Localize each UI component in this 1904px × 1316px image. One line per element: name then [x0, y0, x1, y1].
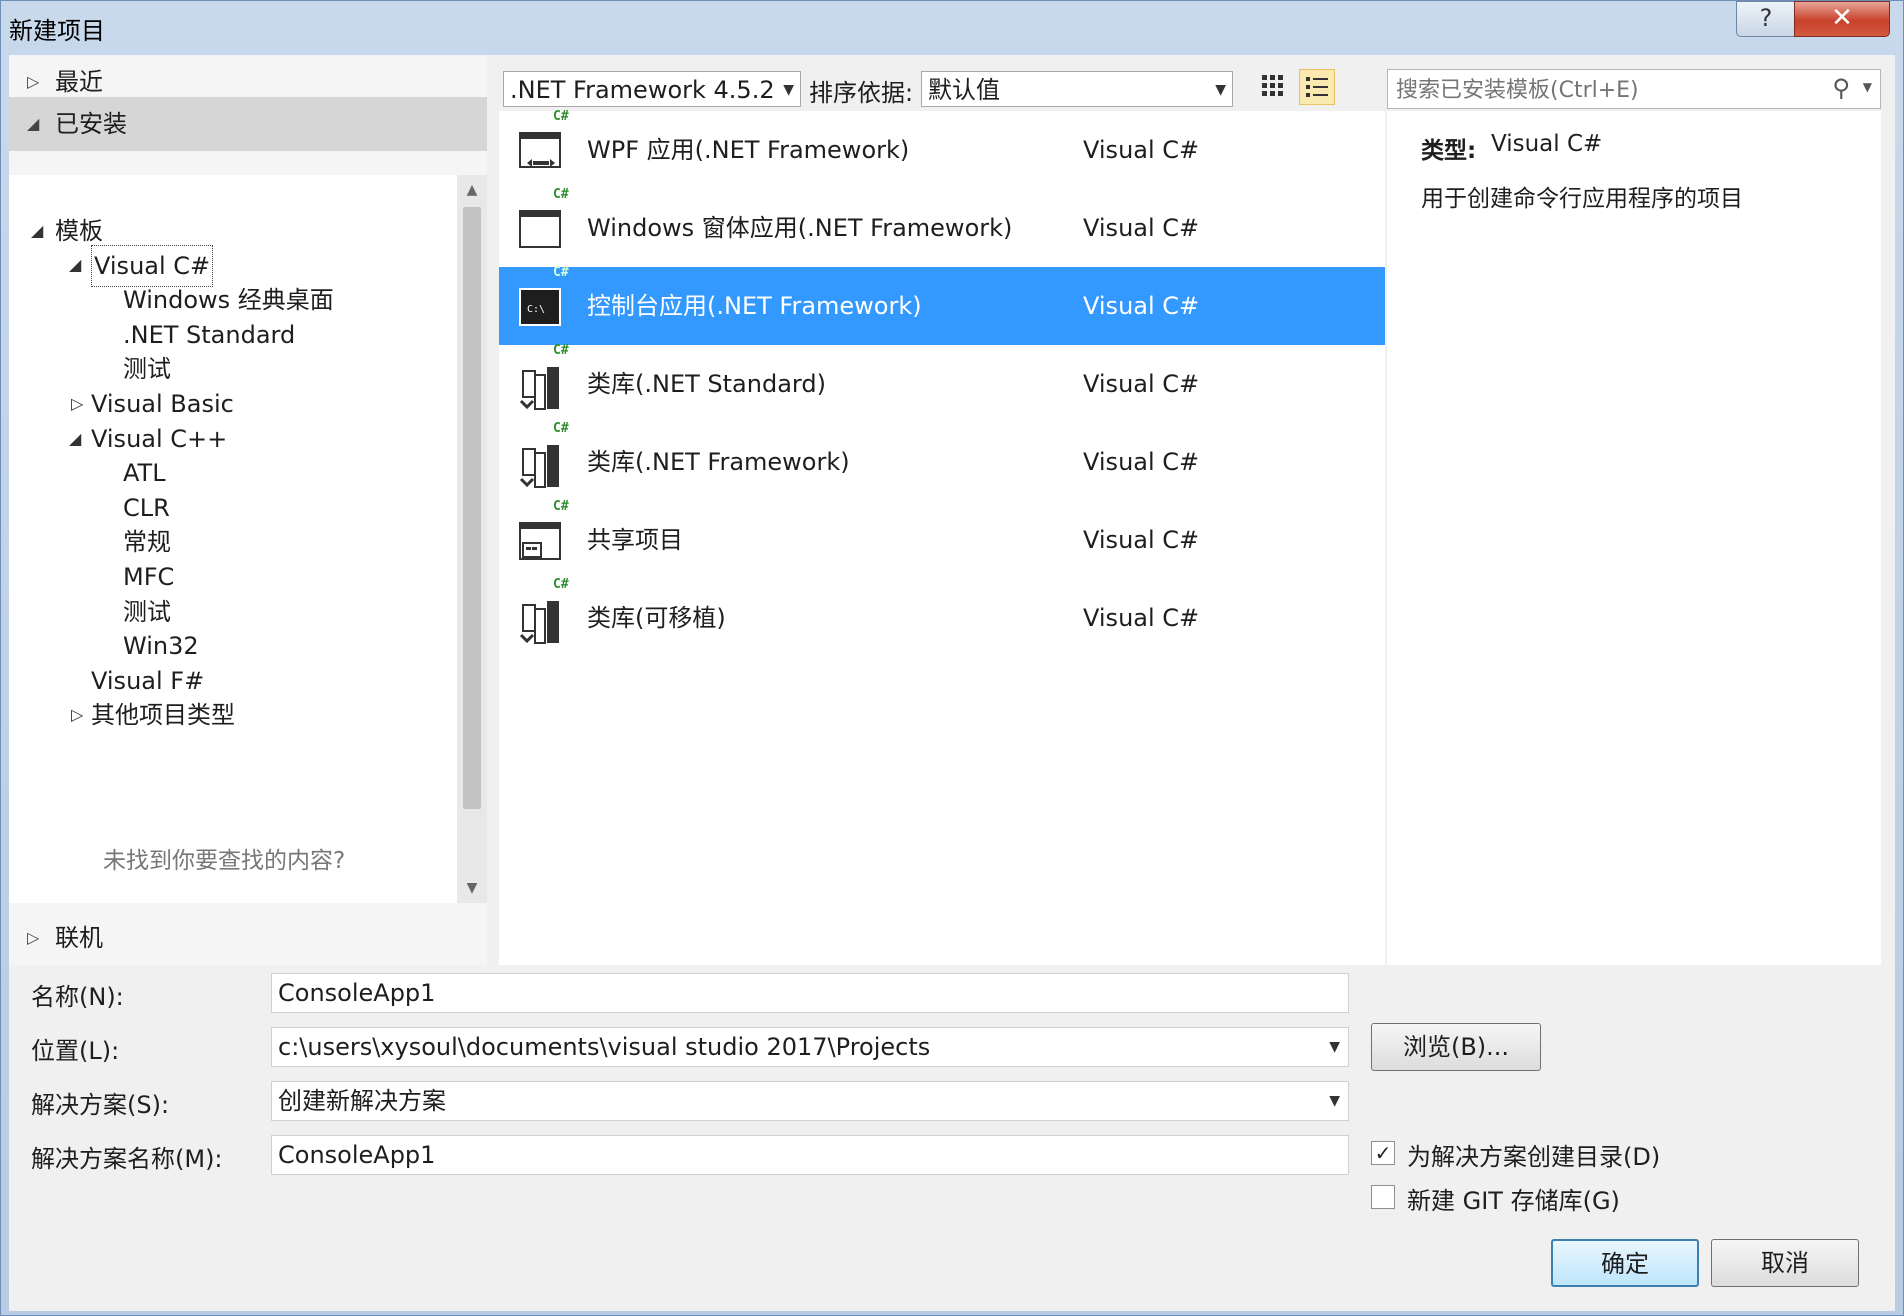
solution-label: 解决方案(S): — [31, 1091, 170, 1119]
solution-select[interactable]: 创建新解决方案 ▼ — [271, 1081, 1349, 1121]
list-view-icon — [1306, 77, 1328, 97]
template-item[interactable]: C# Windows 窗体应用(.NET Framework) Visual C… — [499, 187, 1385, 267]
template-list: C# WPF 应用(.NET Framework) Visual C# C# W… — [499, 109, 1385, 965]
template-item[interactable]: C# 共享项目 Visual C# — [499, 499, 1385, 579]
tree-item-mfc[interactable]: MFC — [123, 557, 174, 597]
tree-scrollbar[interactable]: ▲ ▼ — [457, 175, 487, 903]
git-repo-label: 新建 GIT 存储库(G) — [1407, 1187, 1620, 1215]
collapse-arrow-icon[interactable]: ◢ — [27, 97, 39, 151]
template-item[interactable]: C# 类库(可移植) Visual C# — [499, 577, 1385, 657]
console-app-icon: C:\ — [519, 288, 561, 326]
create-dir-checkbox[interactable]: ✓ — [1371, 1141, 1395, 1165]
class-library-icon — [519, 601, 559, 644]
search-icon[interactable]: ⚲ — [1832, 74, 1850, 102]
scroll-thumb[interactable] — [463, 207, 481, 809]
collapse-arrow-icon[interactable]: ◢ — [69, 245, 81, 285]
svg-text:C:\: C:\ — [527, 304, 545, 315]
solution-name-field[interactable]: ConsoleApp1 — [271, 1135, 1349, 1175]
chevron-down-icon: ▼ — [1215, 82, 1226, 98]
chevron-down-icon[interactable]: ▼ — [1329, 1082, 1340, 1120]
shared-project-icon — [519, 522, 561, 560]
tree-item-win32[interactable]: Win32 — [123, 626, 199, 666]
git-repo-checkbox[interactable] — [1371, 1185, 1395, 1209]
not-found-hint-link[interactable]: 未找到你要查找的内容? — [103, 841, 345, 875]
tree-item-windows-desktop[interactable]: Windows 经典桌面 — [123, 280, 334, 320]
solution-name-label: 解决方案名称(M): — [31, 1145, 223, 1173]
expand-arrow-icon[interactable]: ▷ — [27, 911, 39, 965]
search-input[interactable] — [1394, 72, 1818, 108]
chevron-down-icon[interactable]: ▼ — [1863, 80, 1872, 94]
browse-button[interactable]: 浏览(B)... — [1371, 1023, 1541, 1071]
dialog-title: 新建项目 — [9, 17, 105, 45]
expand-arrow-icon[interactable]: ▷ — [71, 384, 83, 424]
sort-label: 排序依据: — [809, 79, 914, 107]
template-item[interactable]: C# 类库(.NET Framework) Visual C# — [499, 421, 1385, 501]
tree-item-visual-cs[interactable]: ◢ Visual C# — [9, 245, 457, 287]
close-button[interactable]: ✕ — [1794, 1, 1890, 37]
template-item[interactable]: C# 类库(.NET Standard) Visual C# — [499, 343, 1385, 423]
location-label: 位置(L): — [31, 1037, 120, 1065]
ok-button[interactable]: 确定 — [1551, 1239, 1699, 1287]
class-library-icon — [519, 367, 559, 410]
template-details: 类型: Visual C# 用于创建命令行应用程序的项目 — [1387, 111, 1881, 965]
new-project-dialog: 新建项目 ? ✕ ▷ 最近 ◢ 已安装 ◢ 模板 ◢ Visual C# Win… — [0, 0, 1904, 1316]
name-label: 名称(N): — [31, 983, 124, 1011]
small-icons-view-button[interactable] — [1255, 69, 1291, 105]
winforms-app-icon — [519, 210, 561, 248]
class-library-icon — [519, 445, 559, 488]
tree-item-atl[interactable]: ATL — [123, 453, 166, 493]
expand-arrow-icon[interactable]: ▷ — [71, 695, 83, 735]
scroll-up-icon[interactable]: ▲ — [457, 175, 487, 205]
list-view-button[interactable] — [1299, 69, 1335, 105]
cancel-button[interactable]: 取消 — [1711, 1239, 1859, 1287]
scroll-down-icon[interactable]: ▼ — [457, 873, 487, 903]
collapse-arrow-icon[interactable]: ◢ — [69, 419, 81, 459]
location-combo[interactable]: c:\users\xysoul\documents\visual studio … — [271, 1027, 1349, 1067]
name-field[interactable]: ConsoleApp1 — [271, 973, 1349, 1013]
template-item-selected[interactable]: C:\ C# 控制台应用(.NET Framework) Visual C# — [499, 265, 1385, 345]
chevron-down-icon[interactable]: ▼ — [1329, 1028, 1340, 1066]
help-button[interactable]: ? — [1736, 1, 1796, 37]
type-label: 类型: — [1421, 138, 1477, 164]
tree-item-general[interactable]: 常规 — [123, 522, 171, 562]
sort-select[interactable]: 默认值 ▼ — [921, 71, 1233, 107]
template-search: ⚲ ▼ — [1387, 69, 1881, 109]
template-tree: ◢ 模板 ◢ Visual C# Windows 经典桌面 .NET Stand… — [9, 175, 457, 903]
create-dir-label: 为解决方案创建目录(D) — [1407, 1143, 1661, 1171]
grid-view-icon — [1262, 75, 1283, 96]
left-panel: ▷ 最近 ◢ 已安装 ◢ 模板 ◢ Visual C# Windows 经典桌面… — [9, 55, 487, 965]
template-item[interactable]: C# WPF 应用(.NET Framework) Visual C# — [499, 109, 1385, 189]
type-value: Visual C# — [1491, 131, 1603, 157]
chevron-down-icon: ▼ — [783, 82, 794, 98]
framework-select[interactable]: .NET Framework 4.5.2 ▼ — [503, 71, 801, 107]
nav-installed[interactable]: ◢ 已安装 — [9, 97, 487, 151]
dialog-client: ▷ 最近 ◢ 已安装 ◢ 模板 ◢ Visual C# Windows 经典桌面… — [9, 55, 1895, 1311]
template-description: 用于创建命令行应用程序的项目 — [1421, 186, 1743, 212]
wpf-app-icon — [519, 132, 561, 168]
title-bar: 新建项目 ? ✕ — [1, 1, 1903, 53]
nav-online[interactable]: ▷ 联机 — [9, 911, 487, 965]
tree-item-test-cs[interactable]: 测试 — [123, 349, 171, 389]
